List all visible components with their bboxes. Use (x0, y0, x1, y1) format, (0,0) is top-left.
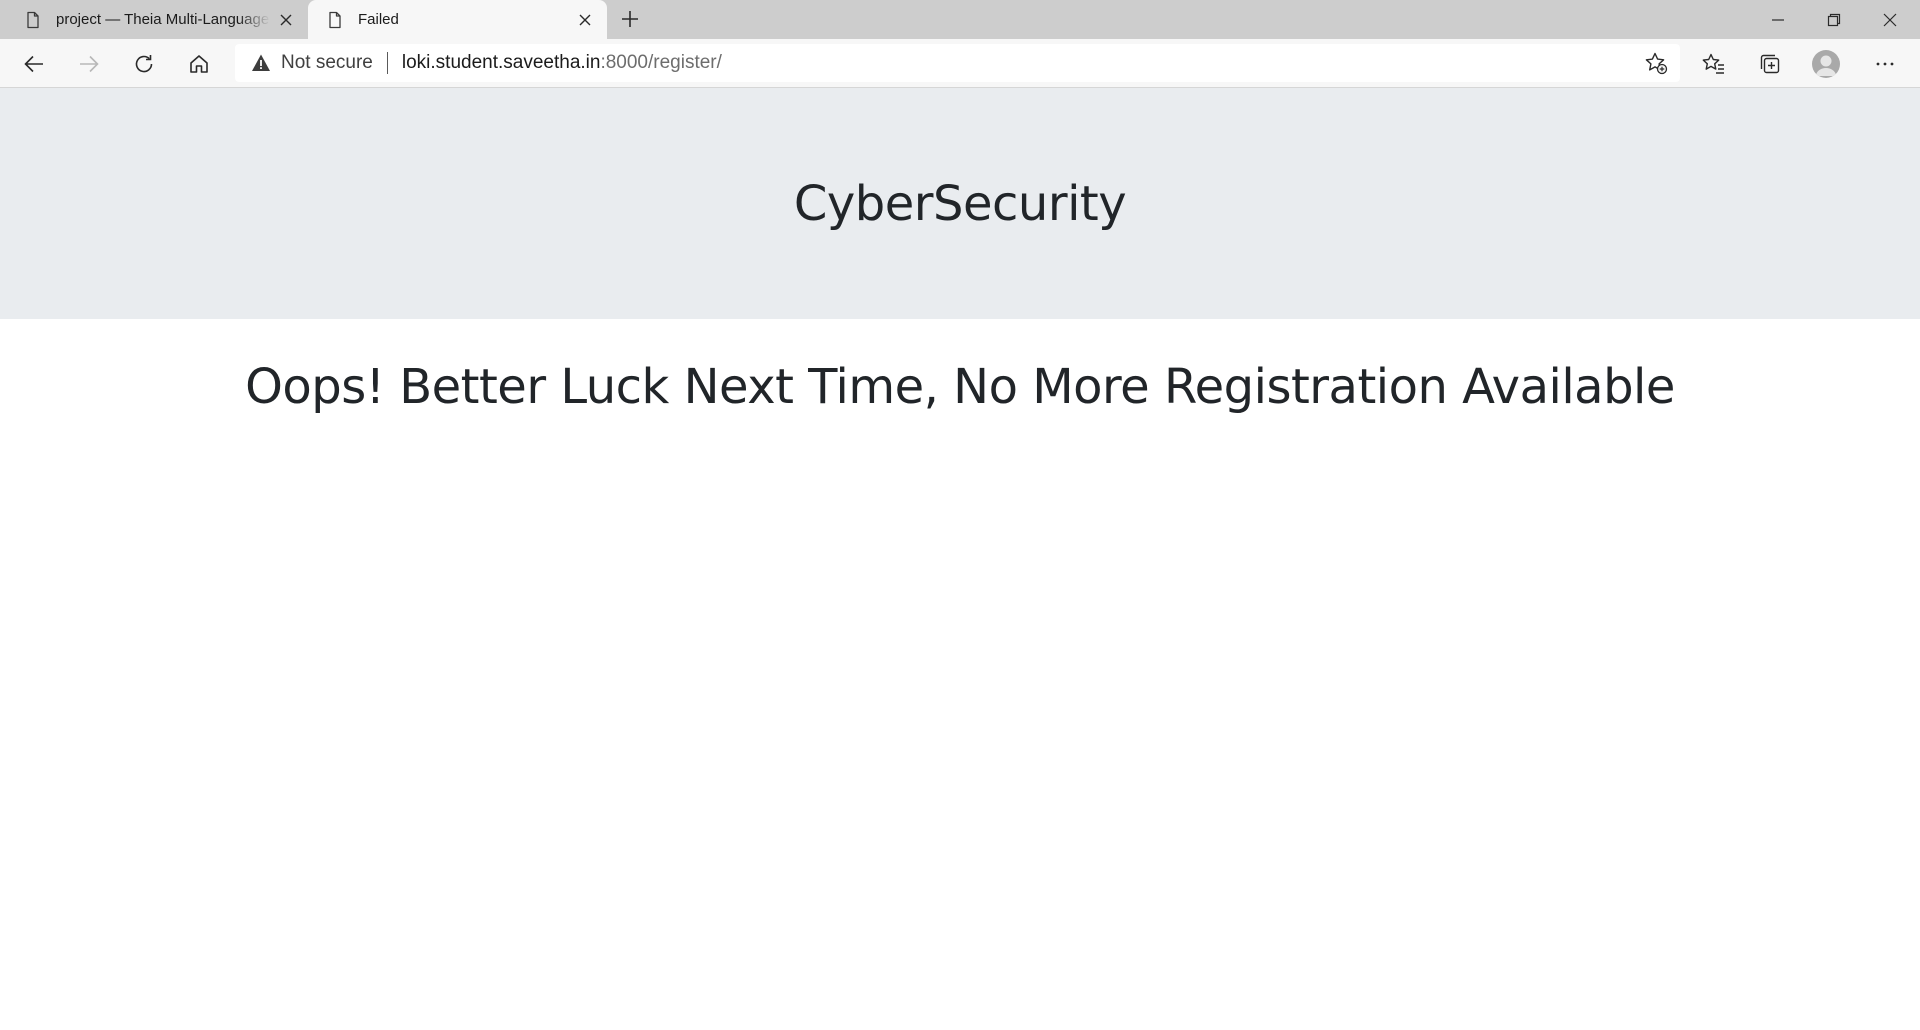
address-divider (386, 52, 388, 74)
tab-strip: project — Theia Multi-Language Failed (0, 0, 1920, 39)
favorites-button[interactable] (1695, 45, 1733, 83)
registration-closed-message: Oops! Better Luck Next Time, No More Reg… (245, 359, 1675, 415)
back-arrow-icon (24, 55, 43, 73)
refresh-icon (135, 55, 153, 73)
home-button[interactable] (180, 45, 218, 83)
warning-icon (252, 54, 270, 71)
collections-button[interactable] (1751, 45, 1789, 83)
home-icon (190, 55, 208, 73)
tab-project-theia[interactable]: project — Theia Multi-Language (6, 0, 308, 39)
forward-arrow-icon (80, 55, 99, 73)
new-tab-button[interactable] (614, 3, 646, 35)
back-button[interactable] (15, 45, 53, 83)
close-window-button[interactable] (1862, 0, 1918, 39)
page-icon (27, 11, 39, 28)
tab-title: project — Theia Multi-Language (56, 11, 270, 28)
refresh-button[interactable] (125, 45, 163, 83)
site-title: CyberSecurity (793, 175, 1127, 232)
minimize-button[interactable] (1750, 0, 1806, 39)
address-bar[interactable]: Not secure loki.student.saveetha.in:8000… (235, 44, 1680, 82)
add-favorite-button[interactable] (1644, 51, 1668, 75)
tab-title: Failed (358, 11, 399, 28)
close-icon[interactable] (270, 4, 302, 36)
minimize-icon (1772, 18, 1784, 21)
url-text[interactable]: loki.student.saveetha.in:8000/register/ (402, 52, 722, 74)
add-favorite-icon (1645, 52, 1668, 75)
url-host: loki.student.saveetha.in (401, 52, 601, 73)
collections-icon (1760, 54, 1780, 74)
profile-avatar[interactable] (1812, 50, 1840, 78)
close-icon[interactable] (569, 4, 601, 36)
restore-button[interactable] (1806, 0, 1862, 39)
page-icon (329, 11, 341, 28)
close-icon (1883, 13, 1897, 26)
browser-toolbar: Not secure loki.student.saveetha.in:8000… (0, 39, 1920, 88)
profile-icon (1815, 55, 1837, 76)
tab-failed[interactable]: Failed (308, 0, 607, 39)
favorites-icon (1702, 53, 1724, 74)
more-icon (1876, 62, 1894, 66)
restore-icon (1827, 13, 1841, 26)
page-content: CyberSecurity Oops! Better Luck Next Tim… (0, 88, 1920, 1030)
header-jumbotron: CyberSecurity (0, 88, 1920, 319)
forward-button[interactable] (70, 45, 108, 83)
url-path: :8000/register/ (600, 52, 722, 73)
security-label[interactable]: Not secure (281, 52, 373, 74)
plus-icon (622, 11, 638, 27)
menu-button[interactable] (1866, 45, 1904, 83)
